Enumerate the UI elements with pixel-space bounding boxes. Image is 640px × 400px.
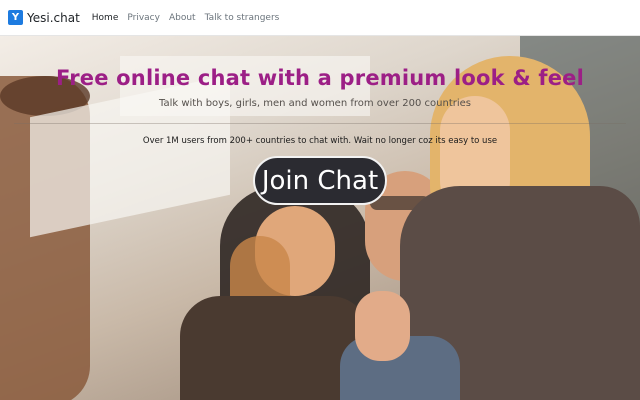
- nav-privacy[interactable]: Privacy: [127, 13, 160, 23]
- nav-home[interactable]: Home: [92, 13, 119, 23]
- brand-name: Yesi.chat: [27, 10, 80, 25]
- top-navbar: Y Yesi.chat Home Privacy About Talk to s…: [0, 0, 640, 36]
- brand-logo-icon: Y: [8, 10, 23, 25]
- nav-talk-to-strangers[interactable]: Talk to strangers: [205, 13, 280, 23]
- hero-divider: [14, 123, 626, 124]
- join-chat-button[interactable]: Join Chat: [253, 156, 387, 205]
- hero-section: Free online chat with a premium look & f…: [0, 36, 640, 400]
- hero-subheadline: Talk with boys, girls, men and women fro…: [158, 98, 472, 109]
- hero-tagline: Over 1M users from 200+ countries to cha…: [142, 136, 498, 146]
- brand-link[interactable]: Y Yesi.chat: [8, 10, 80, 25]
- nav-about[interactable]: About: [169, 13, 196, 23]
- hero-background-image: [0, 36, 640, 400]
- hero-headline: Free online chat with a premium look & f…: [56, 66, 584, 90]
